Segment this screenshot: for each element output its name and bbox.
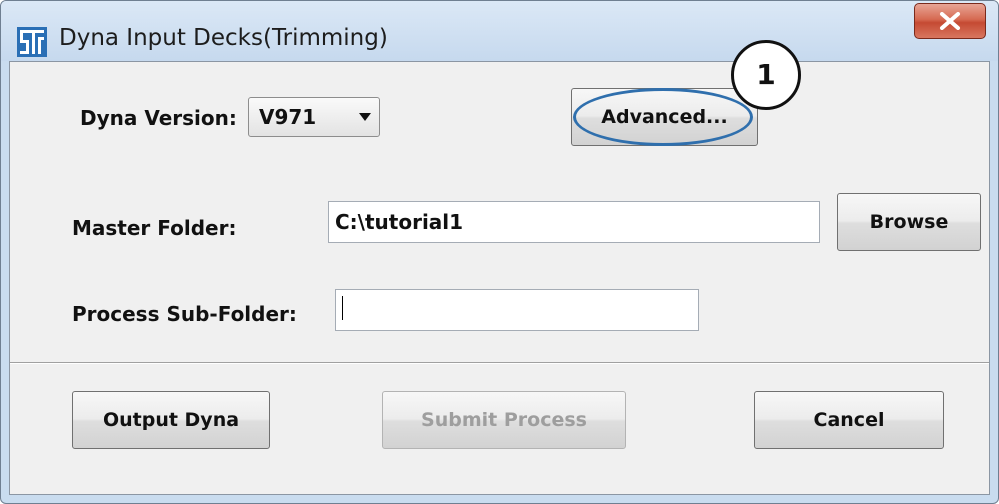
text-caret — [342, 296, 343, 320]
dyna-version-select[interactable]: V971 — [248, 97, 380, 137]
dyna-version-label: Dyna Version: — [80, 106, 237, 130]
separator-line — [10, 362, 989, 364]
callout-highlight-ellipse — [573, 88, 753, 146]
close-button[interactable] — [914, 3, 986, 39]
title-bar[interactable]: Dyna Input Decks(Trimming) — [1, 1, 998, 61]
dialog-client-area: Dyna Version: V971 Advanced... Master Fo… — [9, 61, 990, 495]
process-subfolder-label: Process Sub-Folder: — [72, 302, 297, 326]
dialog-window: Dyna Input Decks(Trimming) Dyna Version:… — [0, 0, 999, 504]
output-dyna-button[interactable]: Output Dyna — [72, 391, 270, 449]
process-subfolder-input[interactable] — [335, 289, 699, 331]
close-x-icon — [940, 12, 960, 30]
window-title: Dyna Input Decks(Trimming) — [59, 25, 388, 51]
browse-button[interactable]: Browse — [837, 193, 981, 251]
stp-logo-icon — [17, 27, 47, 57]
master-folder-label: Master Folder: — [72, 216, 237, 240]
cancel-button[interactable]: Cancel — [754, 391, 944, 449]
master-folder-input[interactable] — [328, 201, 820, 243]
dyna-version-value: V971 — [259, 105, 317, 129]
callout-number-badge: 1 — [731, 40, 801, 110]
submit-process-button: Submit Process — [382, 391, 626, 449]
dropdown-arrow-icon[interactable] — [359, 113, 371, 121]
